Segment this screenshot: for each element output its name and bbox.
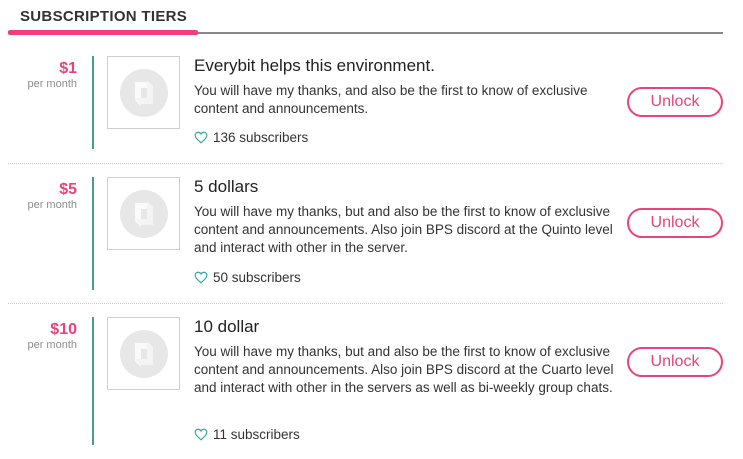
tier-card: $5 per month 5 dollars You will have my …	[8, 177, 723, 304]
unlock-button[interactable]: Unlock	[627, 347, 723, 377]
tier-subscribers: 136 subscribers	[194, 130, 308, 145]
tier-thumbnail	[107, 56, 180, 129]
tier-title: 10 dollar	[194, 317, 260, 336]
tier-period: per month	[27, 78, 77, 90]
logo-placeholder-icon	[119, 329, 168, 378]
heart-outline-icon	[194, 271, 208, 284]
tier-title: 5 dollars	[194, 177, 259, 196]
tier-card: $1 per month Everybit helps this environ…	[8, 56, 723, 164]
tier-price: $1	[59, 60, 77, 77]
heart-outline-icon	[194, 131, 208, 144]
section-title: SUBSCRIPTION TIERS	[20, 8, 188, 25]
unlock-button[interactable]: Unlock	[627, 87, 723, 117]
tier-divider	[92, 317, 94, 445]
tier-description: You will have my thanks, but and also be…	[194, 344, 614, 395]
tier-card: $10 per month 10 dollar You will have my…	[8, 317, 723, 452]
tier-price: $5	[59, 181, 77, 198]
subscriber-count: 50 subscribers	[213, 270, 301, 285]
logo-placeholder-icon	[119, 189, 168, 238]
tier-divider	[92, 177, 94, 290]
tier-price: $10	[50, 321, 77, 338]
tier-separator	[8, 163, 723, 164]
subscriber-count: 136 subscribers	[213, 130, 309, 145]
tier-divider	[92, 56, 94, 149]
tier-subscribers: 11 subscribers	[194, 427, 300, 442]
tier-period: per month	[27, 339, 77, 351]
tier-description: You will have my thanks, and also be the…	[194, 83, 588, 116]
tier-period: per month	[27, 199, 77, 211]
heart-outline-icon	[194, 428, 208, 441]
tier-subscribers: 50 subscribers	[194, 270, 301, 285]
unlock-button[interactable]: Unlock	[627, 208, 723, 238]
header-accent-bar	[8, 30, 198, 35]
logo-placeholder-icon	[119, 68, 168, 117]
tier-thumbnail	[107, 177, 180, 250]
subscriber-count: 11 subscribers	[213, 427, 300, 442]
tier-thumbnail	[107, 317, 180, 390]
tier-description: You will have my thanks, but and also be…	[194, 204, 613, 255]
tier-title: Everybit helps this environment.	[194, 56, 435, 75]
section-header: SUBSCRIPTION TIERS	[8, 0, 723, 35]
tier-separator	[8, 303, 723, 304]
